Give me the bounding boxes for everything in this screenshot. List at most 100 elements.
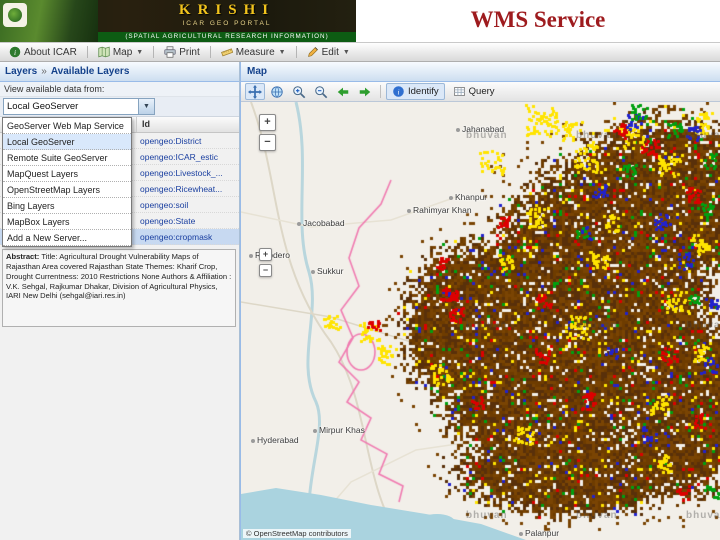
globe-icon xyxy=(271,85,283,98)
place-marker-icon xyxy=(449,195,453,200)
place-label: Jacobabad xyxy=(297,218,345,228)
bhuvan-watermark: bhuvan xyxy=(686,130,720,141)
zoom-out-control[interactable]: − xyxy=(259,264,272,277)
server-option[interactable]: GeoServer Web Map Service xyxy=(3,118,131,134)
brand-subtitle: ICAR GEO PORTAL xyxy=(182,20,272,27)
toolbar-separator xyxy=(295,46,297,58)
server-option[interactable]: Local GeoServer xyxy=(3,134,131,150)
bhuvan-watermark: bhuvan xyxy=(576,320,618,331)
edit-label: Edit xyxy=(321,46,339,58)
place-label: Hyderabad xyxy=(251,435,299,445)
brand-banner: KRISHI ICAR GEO PORTAL (SPATIAL AGRICULT… xyxy=(0,0,356,42)
pan-tool-button[interactable] xyxy=(245,83,265,100)
pan-icon xyxy=(248,84,262,99)
map-menu-button[interactable]: Map ▼ xyxy=(92,44,149,60)
chevron-down-icon: ▼ xyxy=(136,48,144,56)
place-marker-icon xyxy=(311,269,315,274)
edit-menu-button[interactable]: Edit ▼ xyxy=(301,44,356,60)
map-panel: Map i Identify Query Jahanabad Khanpur R… xyxy=(240,62,720,540)
chevron-down-icon: ▼ xyxy=(278,48,286,56)
server-option[interactable]: Remote Suite GeoServer xyxy=(3,150,131,166)
place-label: Khanpur xyxy=(449,192,487,202)
toolbar-separator xyxy=(380,85,381,98)
identify-button[interactable]: i Identify xyxy=(386,83,445,100)
max-extent-button[interactable] xyxy=(267,83,287,100)
map-panel-header: Map xyxy=(241,62,720,82)
source-combo-row: Local GeoServer ▼ xyxy=(0,97,239,117)
zoom-in-control[interactable]: + xyxy=(259,114,276,131)
bhuvan-watermark: bhuvan xyxy=(466,510,508,521)
app-header: KRISHI ICAR GEO PORTAL (SPATIAL AGRICULT… xyxy=(0,0,720,42)
zoom-control: + − xyxy=(259,114,276,151)
place-label: Sukkur xyxy=(311,266,343,276)
place-marker-icon xyxy=(313,428,317,433)
pencil-icon xyxy=(307,47,318,57)
printer-icon xyxy=(164,46,176,58)
tab-available-layers[interactable]: Available Layers xyxy=(51,66,130,77)
abstract-text: Title: Agricultural Drought Vulnerabilit… xyxy=(6,252,232,301)
breadcrumb-separator: » xyxy=(41,66,47,77)
about-icar-button[interactable]: i About ICAR xyxy=(3,44,83,60)
server-option[interactable]: MapQuest Layers xyxy=(3,166,131,182)
toolbar-separator xyxy=(153,46,155,58)
bhuvan-watermark: bhuvan xyxy=(686,320,720,331)
brand-title: KRISHI xyxy=(178,2,276,18)
server-option[interactable]: Add a New Server... xyxy=(3,230,131,246)
place-marker-icon xyxy=(249,253,253,258)
map-attribution[interactable]: © OpenStreetMap contributors xyxy=(243,529,351,538)
next-extent-button[interactable] xyxy=(355,83,375,100)
bhuvan-watermark: bhuvan xyxy=(576,510,618,521)
svg-text:i: i xyxy=(397,87,399,96)
source-label: View available data from: xyxy=(0,82,239,97)
icar-logo-icon xyxy=(3,3,27,27)
place-label: Rahimyar Khan xyxy=(407,205,472,215)
zoom-in-control[interactable]: + xyxy=(259,248,272,261)
layers-panel-header: Layers » Available Layers xyxy=(0,62,239,82)
column-header-id[interactable]: Id xyxy=(136,117,239,132)
zoom-out-tool-button[interactable] xyxy=(311,83,331,100)
print-label: Print xyxy=(179,46,200,58)
server-option[interactable]: OpenStreetMap Layers xyxy=(3,182,131,198)
query-table-icon xyxy=(453,87,465,96)
zoom-in-icon xyxy=(293,85,306,98)
main-toolbar: i About ICAR Map ▼ Print Measure ▼ Edit … xyxy=(0,42,720,62)
server-select-value: Local GeoServer xyxy=(7,101,79,112)
previous-extent-button[interactable] xyxy=(333,83,353,100)
brand-tagline: (SPATIAL AGRICULTURAL RESEARCH INFORMATI… xyxy=(98,32,356,42)
zoom-in-tool-button[interactable] xyxy=(289,83,309,100)
ruler-icon xyxy=(220,48,233,57)
combo-dropdown-button[interactable]: ▼ xyxy=(138,99,154,114)
map-viewport[interactable]: Jahanabad Khanpur Rahimyar Khan Jacobabad Ra… xyxy=(241,102,720,540)
measure-menu-button[interactable]: Measure ▼ xyxy=(215,44,292,60)
svg-text:i: i xyxy=(14,48,16,57)
layers-panel: Layers » Available Layers View available… xyxy=(0,62,240,540)
abstract-panel: Abstract: Title: Agricultural Drought Vu… xyxy=(2,249,236,327)
identify-label: Identify xyxy=(408,86,439,97)
place-marker-icon xyxy=(456,127,460,132)
map-icon xyxy=(98,46,110,58)
wms-service-window: KRISHI ICAR GEO PORTAL (SPATIAL AGRICULT… xyxy=(0,0,720,540)
bhuvan-watermark: bhuvan xyxy=(466,320,508,331)
map-menu-label: Map xyxy=(112,46,133,58)
tab-layers[interactable]: Layers xyxy=(5,66,37,77)
server-select[interactable]: Local GeoServer ▼ xyxy=(3,98,155,115)
page-title: WMS Service xyxy=(470,7,606,32)
about-icar-label: About ICAR xyxy=(24,46,77,58)
place-marker-icon xyxy=(251,438,255,443)
print-button[interactable]: Print xyxy=(158,44,206,60)
info-icon: i xyxy=(9,46,21,58)
arrow-right-icon xyxy=(359,87,371,96)
server-option[interactable]: Bing Layers xyxy=(3,198,131,214)
query-button[interactable]: Query xyxy=(447,83,501,100)
server-option[interactable]: MapBox Layers xyxy=(3,214,131,230)
place-label: Mirpur Khas xyxy=(313,425,365,435)
measure-label: Measure xyxy=(235,46,275,58)
toolbar-separator xyxy=(86,46,88,58)
chevron-down-icon: ▼ xyxy=(342,48,350,56)
bhuvan-watermark: bhuvan xyxy=(686,510,720,521)
place-label: Palanpur xyxy=(519,528,559,538)
place-marker-icon xyxy=(519,531,523,536)
zoom-out-control[interactable]: − xyxy=(259,134,276,151)
arrow-left-icon xyxy=(337,87,349,96)
server-dropdown-list: GeoServer Web Map Service Local GeoServer… xyxy=(2,117,132,247)
